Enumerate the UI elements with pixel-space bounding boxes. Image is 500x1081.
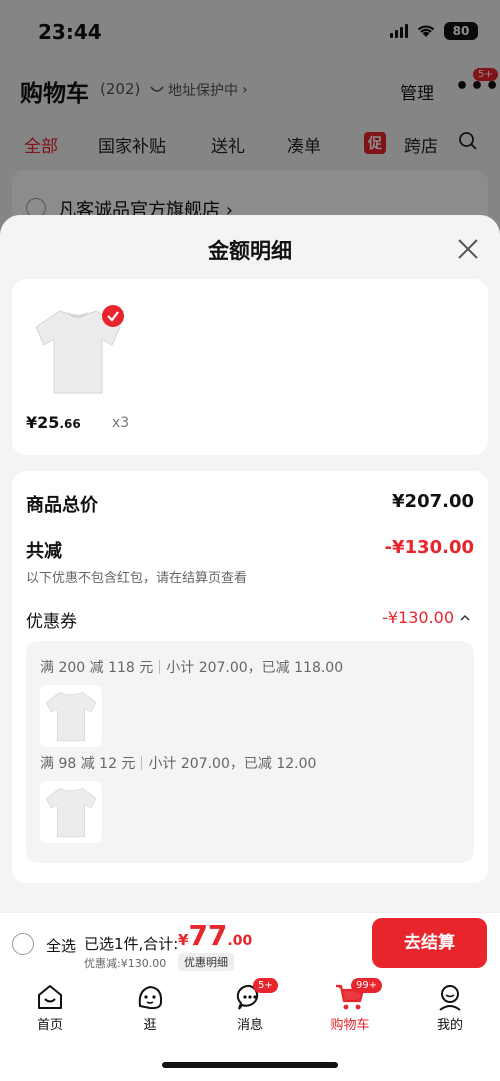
currency-symbol: ¥ <box>178 931 189 949</box>
product-price: ¥25.66 <box>26 413 81 432</box>
coupon-label: 优惠券 <box>26 612 77 632</box>
checkout-bar: 全选 已选1件,合计: ¥77.00 优惠减:¥130.00 优惠明细 去结算 <box>0 912 500 974</box>
tshirt-image <box>45 788 97 838</box>
sheet-title: 金额明细 <box>208 239 292 263</box>
coupon-detail-box: 满 200 减 118 元小计 207.00，已减 118.00 满 98 减 … <box>26 641 474 863</box>
home-indicator[interactable] <box>162 1062 338 1068</box>
checkout-button[interactable]: 去结算 <box>372 918 487 968</box>
discount-note: 以下优惠不包含红包，请在结算页查看 <box>26 571 248 586</box>
nav-label: 我的 <box>436 1018 463 1033</box>
product-quantity: x3 <box>112 415 130 431</box>
selected-info: 已选1件,合计: <box>84 935 179 953</box>
selected-check-icon[interactable] <box>102 305 124 327</box>
total-value: ¥207.00 <box>392 491 474 512</box>
nav-messages[interactable]: 消息 5+ <box>215 978 285 1033</box>
deal-thumb <box>40 781 102 843</box>
select-all-radio[interactable] <box>12 933 34 955</box>
deal-line: 满 98 减 12 元小计 207.00，已减 12.00 <box>40 753 316 773</box>
discount-value: -¥130.00 <box>384 537 474 558</box>
nav-cart[interactable]: 购物车 99+ <box>315 978 385 1033</box>
total-amount: ¥77.00 <box>178 919 252 952</box>
nav-label: 消息 <box>236 1018 263 1033</box>
price-integer: ¥25 <box>26 413 60 432</box>
nav-browse[interactable]: 逛 <box>115 982 185 1033</box>
browse-icon <box>138 985 163 1010</box>
nav-home[interactable]: 首页 <box>15 982 85 1033</box>
profile-icon <box>439 985 461 1011</box>
deal-rule: 满 200 减 118 元 <box>40 660 154 676</box>
nav-label: 逛 <box>143 1018 157 1033</box>
coupon-toggle[interactable]: -¥130.00 <box>382 608 470 627</box>
price-decimal: .66 <box>59 417 81 431</box>
nav-label: 首页 <box>36 1018 63 1033</box>
total-integer: 77 <box>188 919 228 952</box>
price-summary-card: 商品总价 ¥207.00 共减 -¥130.00 以下优惠不包含红包，请在结算页… <box>12 471 488 883</box>
deal-rule: 满 98 减 12 元 <box>40 756 136 772</box>
discount-label: 共减 <box>26 541 62 562</box>
product-card: ¥25.66 x3 <box>12 279 488 455</box>
select-all-label[interactable]: 全选 <box>46 935 76 956</box>
total-decimal: .00 <box>227 933 253 949</box>
close-icon[interactable] <box>456 237 480 261</box>
cart-badge: 99+ <box>351 978 383 993</box>
tshirt-image <box>45 692 97 742</box>
deal-line: 满 200 减 118 元小计 207.00，已减 118.00 <box>40 657 343 677</box>
coupon-value: -¥130.00 <box>382 608 454 627</box>
home-icon <box>38 985 62 1009</box>
deal-detail: 小计 207.00，已减 12.00 <box>148 756 317 772</box>
chevron-up-icon <box>460 614 470 621</box>
bottom-nav: 首页 逛 消息 5+ 购物车 99+ 我的 <box>0 974 500 1081</box>
discount-detail-chip[interactable]: 优惠明细 <box>178 953 234 971</box>
nav-label: 购物车 <box>330 1018 370 1033</box>
message-badge: 5+ <box>253 978 278 993</box>
deal-detail: 小计 207.00，已减 118.00 <box>166 660 344 676</box>
nav-profile[interactable]: 我的 <box>415 982 485 1033</box>
deal-thumb <box>40 685 102 747</box>
total-label: 商品总价 <box>26 495 98 516</box>
discount-summary: 优惠减:¥130.00 <box>84 957 167 970</box>
